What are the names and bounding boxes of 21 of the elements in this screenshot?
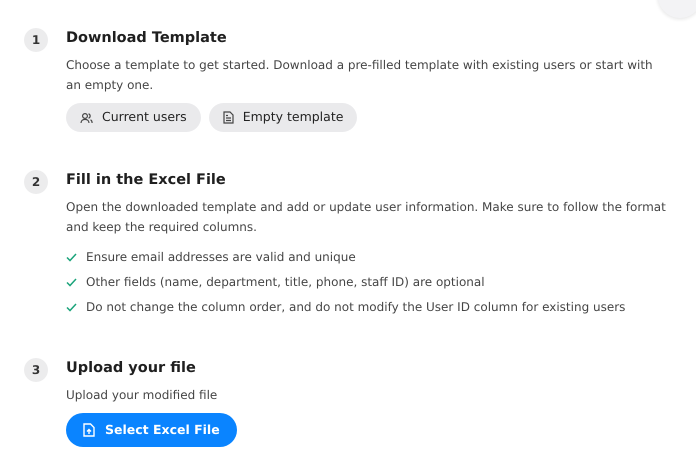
check-icon [66,303,77,312]
step-number: 2 [24,170,48,194]
document-icon [222,111,234,124]
checklist-item: Do not change the column order, and do not modify the User ID column for existing users [86,299,626,316]
step-description: Choose a template to get started. Download a pre-filled template with existing users or start with an empty one. [66,57,654,94]
step-description: Open the downloaded template and add or update user information. Make sure to follow the format and keep the required columns. [66,199,666,236]
step-description: Upload your modified file [66,387,218,404]
step-title: Download Template [66,29,228,47]
check-icon [66,278,77,287]
check-icon [66,253,77,262]
empty-template-button[interactable]: Empty template [208,103,358,132]
step-title: Fill in the Excel File [66,171,227,189]
file-upload-icon [83,423,95,437]
users-icon [80,112,93,124]
current-users-button[interactable]: Current users [66,103,201,132]
select-file-button[interactable]: Select Excel File [66,413,237,447]
step-number: 1 [24,28,48,52]
checklist-item: Other fields (name, department, title, phone, staff ID) are optional [86,274,485,291]
checklist-item: Ensure email addresses are valid and unique [86,249,356,266]
step-title: Upload your file [66,359,197,377]
step-number: 3 [24,358,48,382]
